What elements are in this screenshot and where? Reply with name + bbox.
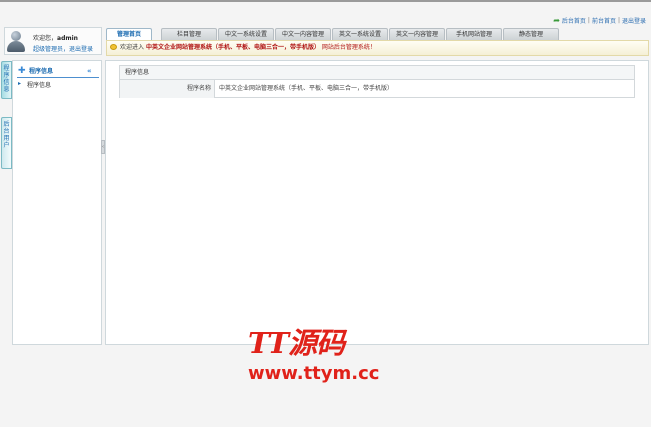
vtab-char: 息	[3, 86, 10, 93]
sidebar-header[interactable]: ✚ 程序信息 «	[17, 66, 99, 78]
expand-plus-icon: ✚	[18, 66, 26, 76]
welcome-bar-suffix: 网站后台管理系统！	[321, 44, 376, 51]
top-border	[0, 0, 651, 2]
vtab-char: 用	[3, 135, 10, 142]
sidebar: ✚ 程序信息 « ▸ 程序信息	[12, 60, 102, 345]
welcome-bar-prefix: 欢迎进入	[120, 44, 145, 51]
sidebar-header-label: 程序信息	[29, 68, 54, 75]
user-role-links[interactable]: 超级管理员，退出登录	[33, 44, 93, 53]
separator: |	[617, 17, 620, 24]
username: admin	[57, 35, 78, 42]
vtab-char: 信	[3, 79, 10, 86]
tab-cn-settings[interactable]: 中文一系统设置	[218, 28, 274, 40]
sidebar-item-label: 程序信息	[27, 82, 52, 89]
tab-static[interactable]: 静态管理	[503, 28, 559, 40]
collapse-icon[interactable]: «	[87, 67, 95, 75]
tab-en-content[interactable]: 英文一内容管理	[389, 28, 445, 40]
vtab-char: 台	[3, 128, 10, 135]
vtab-char: 后	[3, 121, 10, 128]
watermark: TT源码 www.ttym.cc	[244, 326, 404, 388]
avatar-body	[7, 41, 25, 52]
frontend-home-link[interactable]: 前台首页	[592, 16, 616, 25]
panel-title: 程序信息	[120, 66, 634, 80]
speech-bubble-icon	[110, 44, 117, 50]
user-box: 欢迎您，admin 超级管理员，退出登录	[4, 27, 102, 55]
vtab-backend-users[interactable]: 后 台 用 户	[1, 117, 12, 169]
tab-dashboard[interactable]: 管理首页	[106, 28, 152, 40]
tab-cn-content[interactable]: 中文一内容管理	[275, 28, 331, 40]
triangle-right-icon: ▸	[18, 80, 22, 87]
logout-link[interactable]: 退出登录	[622, 16, 646, 25]
row-value: 中英文企业网站管理系统（手机、平板、电脑三合一，带手机版）	[219, 85, 394, 92]
sidebar-item-program-info[interactable]: ▸ 程序信息	[17, 80, 51, 89]
top-tabs: 管理首页 栏目管理 中文一系统设置 中文一内容管理 英文一系统设置 英文一内容管…	[106, 28, 560, 40]
main-panel: 程序信息 程序名称 中英文企业网站管理系统（手机、平板、电脑三合一，带手机版）	[105, 60, 649, 345]
tab-columns[interactable]: 栏目管理	[161, 28, 217, 40]
separator: |	[587, 17, 590, 24]
vtab-program-info[interactable]: 程 序 信 息	[1, 61, 12, 99]
welcome-text: 欢迎您，admin	[33, 33, 78, 42]
vtab-char: 程	[3, 65, 10, 72]
table-row: 程序名称 中英文企业网站管理系统（手机、平板、电脑三合一，带手机版）	[120, 80, 634, 98]
tab-mobile[interactable]: 手机网站管理	[446, 28, 502, 40]
program-info-table: 程序信息 程序名称 中英文企业网站管理系统（手机、平板、电脑三合一，带手机版）	[119, 65, 635, 98]
vertical-tabs: 程 序 信 息 后 台 用 户	[1, 61, 12, 169]
tab-en-settings[interactable]: 英文一系统设置	[332, 28, 388, 40]
vtab-char: 户	[3, 142, 10, 149]
avatar	[6, 30, 26, 52]
system-name: 中英文企业网站管理系统（手机、平板、电脑三合一，带手机版）	[145, 44, 320, 51]
home-arrow-icon: ➦	[553, 15, 560, 25]
row-label: 程序名称	[120, 80, 215, 98]
watermark-url: www.ttym.cc	[248, 363, 380, 384]
top-links: ➦ 后台首页 | 前台首页 | 退出登录	[553, 16, 646, 25]
welcome-bar: 欢迎进入 中英文企业网站管理系统（手机、平板、电脑三合一，带手机版） 网站后台管…	[106, 40, 649, 56]
welcome-prefix: 欢迎您，	[33, 35, 58, 42]
backend-home-link[interactable]: 后台首页	[562, 16, 586, 25]
avatar-head	[11, 31, 21, 41]
vtab-char: 序	[3, 72, 10, 79]
watermark-logo: TT源码	[248, 326, 345, 360]
